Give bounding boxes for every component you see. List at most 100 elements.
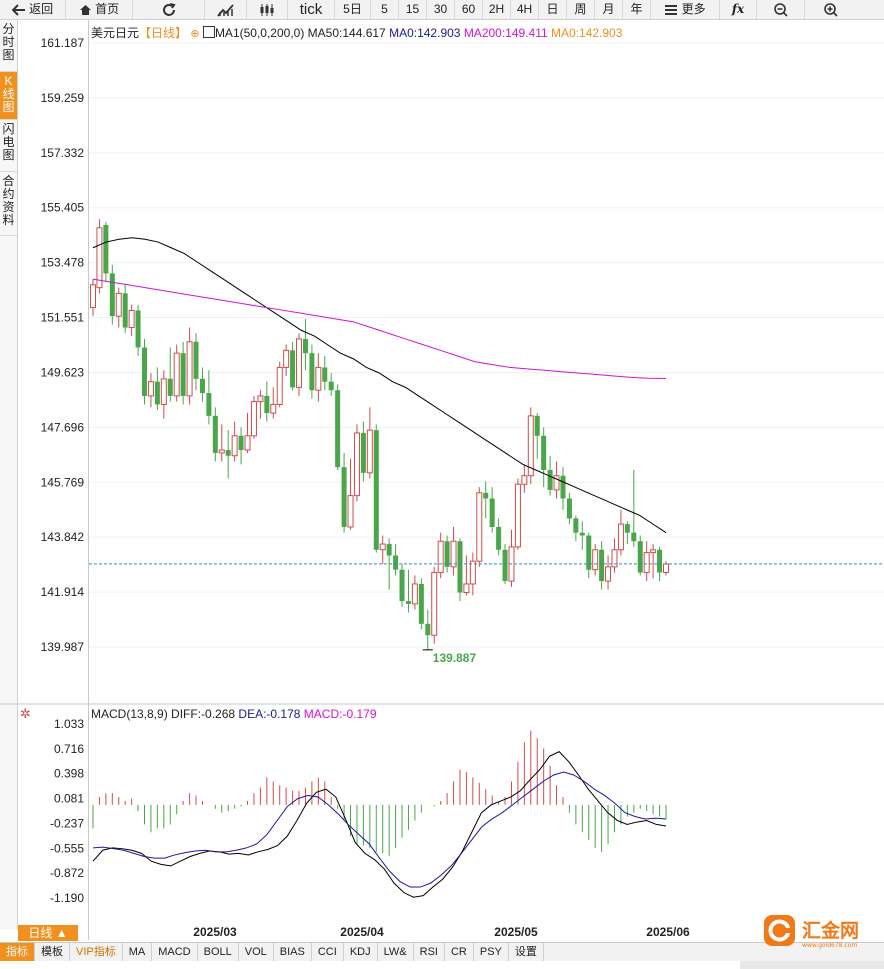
candle-body xyxy=(90,284,96,309)
candle-body xyxy=(437,540,444,574)
candle-body xyxy=(534,415,540,436)
y-tick-label-7: 147.696 xyxy=(41,420,85,434)
y-tick-label-5: 151.551 xyxy=(41,311,85,325)
candle-body xyxy=(605,566,612,582)
candle-body xyxy=(147,381,154,397)
y-tick-label-3: 155.405 xyxy=(41,201,85,215)
candle-body xyxy=(109,273,115,317)
y-tick-label-9: 143.842 xyxy=(41,530,85,544)
candle-body xyxy=(514,483,521,548)
candle-body xyxy=(270,403,277,414)
candle-body xyxy=(579,532,585,536)
candle-body xyxy=(315,366,322,391)
y-tick-label-6: 149.623 xyxy=(41,365,85,379)
indicator-tab-5[interactable]: BOLL xyxy=(198,943,239,961)
candle-body xyxy=(96,227,103,289)
y-tick-label-11: 139.987 xyxy=(41,640,85,654)
candle-body xyxy=(643,552,650,574)
candle-body xyxy=(463,583,470,593)
candle-body xyxy=(496,526,502,550)
macd-y-tick-0: 1.033 xyxy=(54,717,84,731)
candle-body xyxy=(521,475,528,485)
indicator-tab-7[interactable]: BIAS xyxy=(274,943,312,961)
candle-body xyxy=(617,523,624,551)
x-axis-label-0: 2025/03 xyxy=(193,925,237,939)
candle-body xyxy=(650,549,657,554)
candle-body xyxy=(592,549,599,571)
indicator-tab-11[interactable]: RSI xyxy=(414,943,445,961)
candle-body xyxy=(425,623,431,636)
candle-body xyxy=(444,541,450,567)
candle-body xyxy=(541,435,547,470)
candle-body xyxy=(373,430,379,550)
day-line-button[interactable]: 日线 ▲ xyxy=(18,925,78,941)
indicator-tab-8[interactable]: CCI xyxy=(312,943,344,961)
candle-body xyxy=(599,549,605,582)
svg-text:www.gold678.com: www.gold678.com xyxy=(802,942,857,949)
candle-body xyxy=(399,569,405,602)
indicator-tab-10[interactable]: LW& xyxy=(378,943,414,961)
candle-body xyxy=(393,555,399,570)
candle-body xyxy=(663,563,669,574)
candle-body xyxy=(128,309,135,329)
candle-body xyxy=(193,341,199,379)
macd-y-tick-4: -0.237 xyxy=(50,816,84,830)
indicator-tab-3[interactable]: MA xyxy=(123,943,153,961)
candle-body xyxy=(283,349,290,368)
candle-body xyxy=(322,367,328,382)
x-axis-label-1: 2025/04 xyxy=(340,925,384,939)
candle-body xyxy=(476,492,483,562)
candle-body xyxy=(560,475,566,499)
y-tick-label-10: 141.914 xyxy=(41,585,85,599)
indicator-tab-0[interactable]: 指标 xyxy=(0,943,35,961)
candle-body xyxy=(347,495,354,528)
indicator-tab-12[interactable]: CR xyxy=(445,943,474,961)
candle-body xyxy=(637,541,643,573)
candle-body xyxy=(483,492,489,499)
candle-body xyxy=(418,583,424,624)
macd-chart[interactable]: 1.033 0.716 0.398 0.081 -0.237 -0.555 -0.872 -1… xyxy=(0,700,884,940)
candle-body xyxy=(142,347,148,396)
indicator-tab-4[interactable]: MACD xyxy=(152,943,198,961)
candle-body xyxy=(206,393,212,416)
candle-body xyxy=(173,352,180,397)
candle-body xyxy=(257,395,264,403)
indicator-tab-1[interactable]: 模板 xyxy=(35,943,70,961)
macd-y-tick-2: 0.398 xyxy=(54,767,84,781)
horizontal-scrollbar[interactable] xyxy=(740,961,884,969)
candle-body xyxy=(250,401,257,437)
candle-body xyxy=(457,541,463,593)
candle-body xyxy=(218,449,225,454)
candle-body xyxy=(586,535,592,570)
logo: 汇金网 www.gold678.com xyxy=(762,912,872,952)
indicator-tab-9[interactable]: KDJ xyxy=(344,943,378,961)
indicator-tab-6[interactable]: VOL xyxy=(239,943,274,961)
indicator-tab-13[interactable]: PSY xyxy=(474,943,509,961)
y-tick-label-1: 159.259 xyxy=(41,91,85,105)
candle-body xyxy=(631,532,637,542)
candle-body xyxy=(573,518,579,533)
candle-body xyxy=(135,310,141,348)
macd-dea-line xyxy=(92,771,667,888)
svg-text:汇金网: 汇金网 xyxy=(802,919,859,942)
candle-body xyxy=(231,435,238,457)
candle-body xyxy=(167,378,173,396)
candle-body xyxy=(276,366,283,405)
indicator-tab-14[interactable]: 设置 xyxy=(509,943,544,961)
candle-body xyxy=(657,549,663,573)
x-axis-label-2: 2025/05 xyxy=(494,925,538,939)
candle-body xyxy=(360,432,366,473)
y-tick-label-2: 157.332 xyxy=(41,146,85,160)
candle-body xyxy=(199,378,205,394)
price-chart[interactable]: 161.187 159.259 157.332 155.405 153.478 151.5… xyxy=(0,0,884,700)
y-tick-label-0: 161.187 xyxy=(41,36,85,50)
candle-body xyxy=(405,601,411,604)
macd-y-tick-7: -1.190 xyxy=(50,891,84,905)
y-tick-label-4: 153.478 xyxy=(41,256,85,270)
candle-body xyxy=(302,338,308,354)
candle-body xyxy=(502,549,508,582)
candle-body xyxy=(122,293,128,328)
indicator-tab-2[interactable]: VIP指标 xyxy=(70,943,123,961)
candle-body xyxy=(624,524,630,533)
candle-body xyxy=(244,435,251,451)
